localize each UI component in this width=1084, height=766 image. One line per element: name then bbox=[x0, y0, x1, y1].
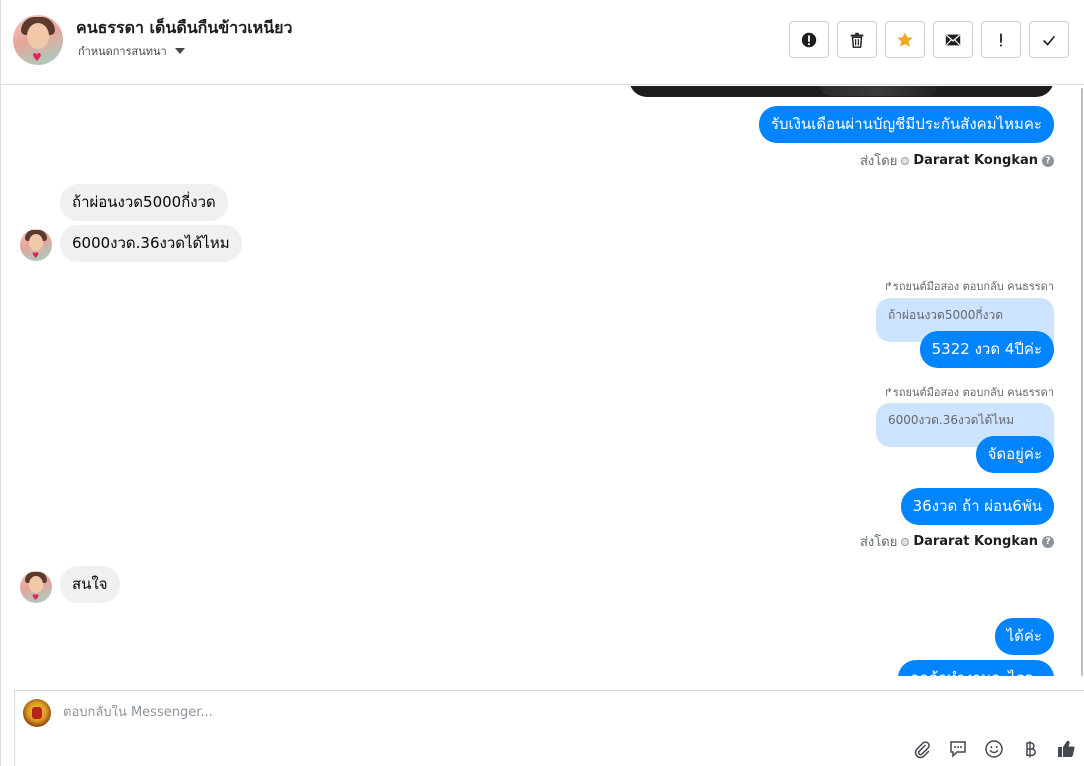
star-button[interactable] bbox=[885, 21, 925, 58]
saved-replies-button[interactable] bbox=[947, 738, 969, 760]
delete-button[interactable] bbox=[837, 21, 877, 58]
payment-button[interactable] bbox=[1019, 738, 1041, 760]
message-incoming[interactable]: 6000งวด.36งวดได้ไหม bbox=[60, 225, 242, 262]
emoji-button[interactable] bbox=[983, 738, 1005, 760]
conversation-header: ♥ คนธรรดา เด็นดืนกืนข้าวเหนียว กำหนดการส… bbox=[1, 0, 1084, 85]
heart-sticker: ♥ bbox=[32, 251, 40, 260]
message-outgoing[interactable]: 36งวด ถ้า ผ่อน6พัน bbox=[900, 488, 1054, 525]
contact-avatar-small[interactable]: ♥ bbox=[20, 229, 52, 261]
conversation-actions bbox=[789, 21, 1069, 58]
heart-sticker: ♥ bbox=[32, 51, 42, 64]
reply-context-label: ↱รถยนต์มือสอง ตอบกลับ คนธรรดา bbox=[883, 386, 1054, 399]
sender-name[interactable]: Dararat Kongkan bbox=[913, 534, 1038, 549]
help-icon[interactable]: ? bbox=[1042, 154, 1054, 167]
message-outgoing[interactable]: จัดอยู่ค่ะ bbox=[975, 436, 1054, 473]
page-badge-icon bbox=[901, 156, 910, 165]
message-outgoing[interactable]: ได้ค่ะ bbox=[994, 618, 1054, 655]
emoji-icon bbox=[985, 740, 1003, 758]
image-attachment[interactable] bbox=[629, 86, 1054, 97]
like-button[interactable] bbox=[1055, 738, 1077, 760]
inbox-conversation-window: ♥ คนธรรดา เด็นดืนกืนข้าวเหนียว กำหนดการส… bbox=[0, 0, 1084, 766]
paperclip-icon bbox=[914, 741, 930, 759]
check-icon bbox=[1043, 35, 1056, 46]
message-thread[interactable]: รับเงินเดือนผ่านบัญชีมีประกันสังคมไหมคะ … bbox=[1, 86, 1084, 676]
star-icon bbox=[897, 31, 913, 47]
caret-down-icon bbox=[174, 48, 185, 54]
sent-by-label: ส่งโดย Dararat Kongkan ? bbox=[860, 531, 1054, 552]
composer-tools bbox=[911, 738, 1077, 760]
message-outgoing[interactable]: 5322 งวด 4ปีค่ะ bbox=[919, 331, 1054, 368]
mark-done-button[interactable] bbox=[1029, 21, 1069, 58]
trash-icon bbox=[850, 32, 864, 48]
envelope-icon bbox=[945, 34, 961, 45]
reply-input[interactable] bbox=[63, 705, 863, 720]
thumbs-up-icon bbox=[1058, 740, 1075, 758]
heart-sticker: ♥ bbox=[32, 593, 40, 602]
message-incoming[interactable]: สนใจ bbox=[60, 566, 120, 603]
attach-button[interactable] bbox=[911, 738, 933, 760]
message-incoming[interactable]: ถ้าผ่อนงวด5000กี่งวด bbox=[60, 184, 228, 221]
exclamation-icon bbox=[1000, 33, 1002, 46]
contact-avatar-small[interactable]: ♥ bbox=[20, 571, 52, 603]
baht-icon bbox=[1026, 741, 1036, 758]
reply-composer bbox=[14, 690, 1084, 766]
message-outgoing-partial[interactable]: ลูกค้าทำงานอะไรคะ bbox=[898, 660, 1054, 676]
page-avatar bbox=[23, 699, 51, 727]
assign-conversation-dropdown[interactable]: กำหนดการสนทนา bbox=[78, 42, 185, 60]
page-badge-icon bbox=[901, 537, 910, 546]
sender-name[interactable]: Dararat Kongkan bbox=[913, 153, 1038, 168]
help-icon[interactable]: ? bbox=[1042, 535, 1054, 548]
message-outgoing[interactable]: รับเงินเดือนผ่านบัญชีมีประกันสังคมไหมคะ bbox=[758, 106, 1054, 143]
contact-name[interactable]: คนธรรดา เด็นดืนกืนข้าวเหนียว bbox=[76, 16, 293, 41]
alert-circle-icon bbox=[801, 32, 817, 47]
mark-unread-button[interactable] bbox=[933, 21, 973, 58]
mark-spam-button[interactable] bbox=[789, 21, 829, 58]
sent-by-label: ส่งโดย Dararat Kongkan ? bbox=[860, 150, 1054, 171]
contact-avatar[interactable]: ♥ bbox=[13, 15, 63, 65]
thread-scrollbar[interactable] bbox=[1081, 88, 1083, 676]
assign-label: กำหนดการสนทนา bbox=[78, 45, 167, 58]
quick-reply-icon bbox=[950, 741, 966, 758]
reply-context-label: ↱รถยนต์มือสอง ตอบกลับ คนธรรดา bbox=[883, 280, 1054, 293]
follow-up-button[interactable] bbox=[981, 21, 1021, 58]
